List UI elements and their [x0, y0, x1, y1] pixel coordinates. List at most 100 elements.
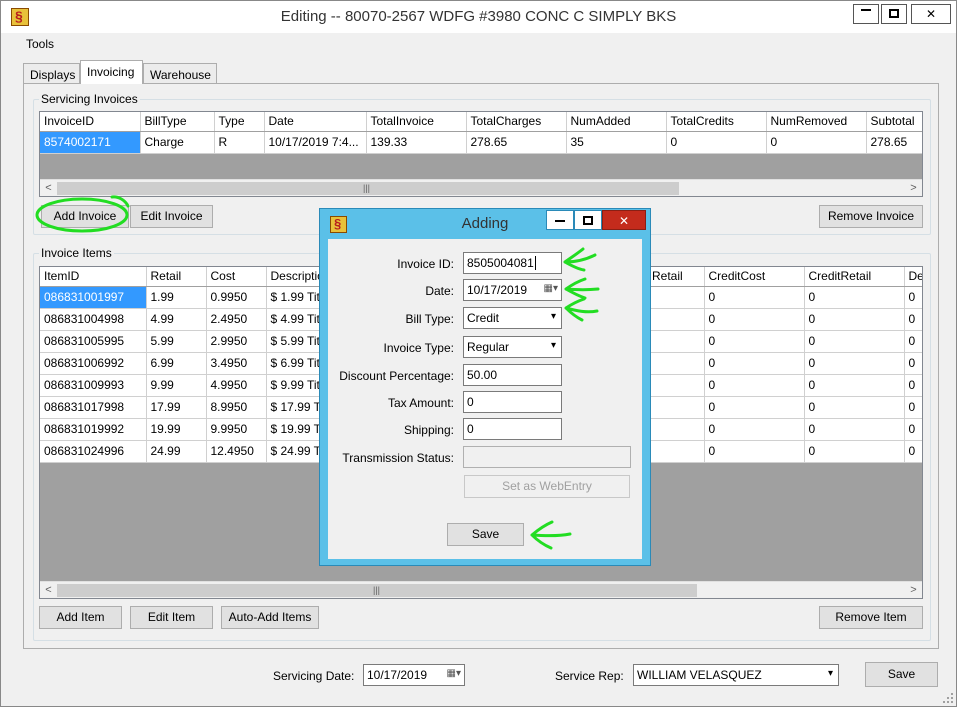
invoice-type-select[interactable]: Regular ▾ [463, 336, 562, 358]
table-cell[interactable]: 086831019992 [40, 418, 147, 441]
table-cell[interactable]: 0 [804, 286, 905, 309]
table-cell[interactable]: 0 [904, 330, 922, 353]
table-cell[interactable]: 24.99 [146, 440, 207, 463]
table-cell[interactable]: 0 [704, 374, 805, 397]
table-cell[interactable]: 0.9950 [206, 286, 267, 309]
scroll-right-icon[interactable]: > [905, 582, 922, 598]
table-cell[interactable]: 0 [766, 131, 867, 154]
table-cell[interactable]: 0 [904, 396, 922, 419]
table-cell[interactable]: 17.99 [146, 396, 207, 419]
table-cell[interactable]: Charge [140, 131, 215, 154]
minimize-icon[interactable] [546, 210, 574, 230]
table-cell[interactable]: 0 [804, 418, 905, 441]
tab-invoicing[interactable]: Invoicing [80, 60, 143, 84]
column-header[interactable]: Retail [146, 267, 207, 287]
save-button[interactable]: Save [865, 662, 938, 687]
table-cell[interactable]: 0 [904, 418, 922, 441]
scroll-left-icon[interactable]: < [40, 180, 57, 196]
table-cell[interactable]: 0 [804, 440, 905, 463]
table-row[interactable]: 086831024996 24.99 12.4950 $ 24.99 Tit [40, 440, 323, 463]
column-header[interactable]: Descriptio [266, 267, 323, 287]
table-cell[interactable]: 0 [704, 418, 805, 441]
add-item-button[interactable]: Add Item [39, 606, 122, 629]
table-cell[interactable]: 0 [704, 286, 805, 309]
servicing-invoices-grid[interactable]: InvoiceID BillType Type Date TotalInvoic… [39, 111, 923, 197]
table-row[interactable]: 086831001997 1.99 0.9950 $ 1.99 Tit [40, 286, 323, 309]
table-cell[interactable]: 278.65 [466, 131, 567, 154]
tax-amount-input[interactable]: 0 [463, 391, 562, 413]
table-cell[interactable]: 0 [804, 330, 905, 353]
table-row[interactable]: 086831009993 9.99 4.9950 $ 9.99 Tit [40, 374, 323, 397]
service-rep-select[interactable]: WILLIAM VELASQUEZ ▾ [633, 664, 839, 686]
edit-item-button[interactable]: Edit Item [130, 606, 213, 629]
table-cell[interactable]: 0 [666, 131, 767, 154]
column-header[interactable]: Subtotal [866, 112, 922, 132]
table-row[interactable]: 086831005995 5.99 2.9950 $ 5.99 Tit [40, 330, 323, 353]
remove-invoice-button[interactable]: Remove Invoice [819, 205, 923, 228]
table-cell[interactable]: $ 4.99 Tit [266, 308, 323, 331]
table-cell[interactable]: 0 [804, 308, 905, 331]
table-cell[interactable]: 3.4950 [206, 352, 267, 375]
resize-grip-icon[interactable] [942, 692, 954, 704]
maximize-icon[interactable] [574, 210, 602, 230]
column-header[interactable]: De [904, 267, 922, 287]
table-cell[interactable]: 5.99 [146, 330, 207, 353]
table-cell[interactable]: 0 [904, 352, 922, 375]
shipping-input[interactable]: 0 [463, 418, 562, 440]
table-cell[interactable]: $ 5.99 Tit [266, 330, 323, 353]
table-cell[interactable]: 139.33 [366, 131, 467, 154]
scroll-right-icon[interactable]: > [905, 180, 922, 196]
column-header[interactable]: TotalCharges [466, 112, 567, 132]
add-invoice-button[interactable]: Add Invoice [41, 205, 129, 228]
column-header[interactable]: NumAdded [566, 112, 667, 132]
table-cell[interactable]: 086831001997 [40, 286, 147, 309]
table-cell[interactable]: 4.99 [146, 308, 207, 331]
table-cell[interactable]: 0 [904, 286, 922, 309]
table-cell[interactable]: $ 6.99 Tit [266, 352, 323, 375]
column-header[interactable]: InvoiceID [40, 112, 141, 132]
table-cell[interactable]: 2.9950 [206, 330, 267, 353]
horizontal-scrollbar[interactable]: < ||| > [40, 581, 922, 598]
menu-tools[interactable]: Tools [26, 37, 54, 51]
scroll-left-icon[interactable]: < [40, 582, 57, 598]
table-cell[interactable]: $ 1.99 Tit [266, 286, 323, 309]
table-cell[interactable]: 6.99 [146, 352, 207, 375]
column-header[interactable]: TotalCredits [666, 112, 767, 132]
table-cell[interactable]: 2.4950 [206, 308, 267, 331]
table-cell[interactable]: 10/17/2019 7:4... [264, 131, 367, 154]
column-header[interactable]: CreditRetail [804, 267, 905, 287]
auto-add-items-button[interactable]: Auto-Add Items [221, 606, 319, 629]
dialog-save-button[interactable]: Save [447, 523, 524, 546]
table-cell[interactable]: 0 [904, 440, 922, 463]
edit-invoice-button[interactable]: Edit Invoice [130, 205, 213, 228]
table-cell[interactable]: 0 [704, 440, 805, 463]
maximize-icon[interactable] [881, 4, 907, 24]
table-cell[interactable]: 086831005995 [40, 330, 147, 353]
table-cell[interactable]: 086831024996 [40, 440, 147, 463]
table-cell[interactable]: 0 [704, 352, 805, 375]
column-header[interactable]: CreditCost [704, 267, 805, 287]
column-header[interactable]: NumRemoved [766, 112, 867, 132]
column-header[interactable]: Cost [206, 267, 267, 287]
remove-item-button[interactable]: Remove Item [819, 606, 923, 629]
table-row[interactable]: 8574002171 Charge R 10/17/2019 7:4... 13… [40, 131, 922, 154]
table-cell[interactable]: 0 [804, 352, 905, 375]
date-picker[interactable]: 10/17/2019 ▦▾ [463, 279, 562, 301]
tab-displays[interactable]: Displays [23, 63, 80, 84]
bill-type-select[interactable]: Credit ▾ [463, 307, 562, 329]
table-cell[interactable]: 0 [804, 396, 905, 419]
table-row[interactable]: 086831017998 17.99 8.9950 $ 17.99 Tit [40, 396, 323, 419]
close-icon[interactable]: ✕ [911, 4, 951, 24]
column-header[interactable]: Date [264, 112, 367, 132]
table-cell[interactable]: 35 [566, 131, 667, 154]
horizontal-scrollbar[interactable]: < ||| > [40, 179, 922, 196]
table-cell[interactable]: 19.99 [146, 418, 207, 441]
table-cell[interactable]: 0 [704, 396, 805, 419]
table-cell[interactable]: 086831009993 [40, 374, 147, 397]
minimize-icon[interactable] [853, 4, 879, 24]
table-cell[interactable]: 086831017998 [40, 396, 147, 419]
table-cell[interactable]: 4.9950 [206, 374, 267, 397]
table-cell[interactable]: R [214, 131, 265, 154]
column-header[interactable]: TotalInvoice [366, 112, 467, 132]
calendar-icon[interactable]: ▦▾ [544, 283, 558, 294]
